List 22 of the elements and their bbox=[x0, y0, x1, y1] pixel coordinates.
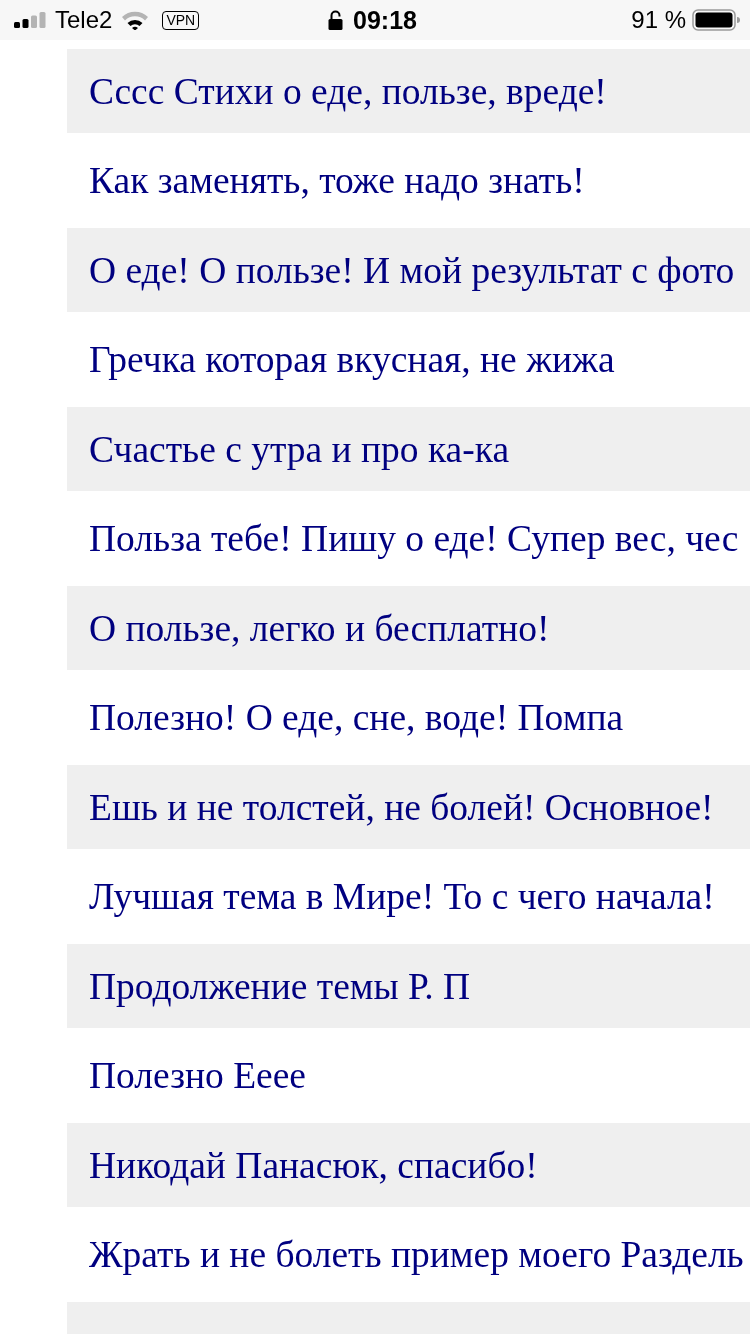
topic-link[interactable]: О пользе, легко и бесплатно! bbox=[67, 586, 750, 670]
vpn-badge: VPN bbox=[162, 10, 200, 30]
topic-link[interactable]: Никодай Панасюк, спасибо! bbox=[67, 1123, 750, 1207]
signal-icon bbox=[14, 12, 46, 28]
topic-link[interactable]: О еде! О пользе! И мой результат с фото bbox=[67, 228, 750, 312]
topic-link[interactable]: Ешь и не толстей, не болей! Основное! bbox=[67, 765, 750, 849]
topic-link[interactable]: Полезно! О еде, сне, воде! Помпа bbox=[67, 675, 750, 760]
topic-link[interactable]: Польза тебе! Пишу о еде! Супер вес, чес bbox=[67, 496, 750, 581]
topic-link[interactable]: Как заменять, тоже надо знать! bbox=[67, 138, 750, 223]
topic-link[interactable]: Счастье с утра и про ка-ка bbox=[67, 407, 750, 491]
topic-link[interactable]: Жрать и не болеть пример моего Раздель bbox=[67, 1212, 750, 1297]
topic-link[interactable]: Гречка которая вкусная, не жижа bbox=[67, 317, 750, 402]
battery-icon bbox=[692, 9, 740, 31]
battery-percent: 91 % bbox=[631, 6, 686, 34]
topic-link[interactable]: Продолжение темы Р. П bbox=[67, 944, 750, 1028]
topic-link[interactable]: Лучшая тема в Мире! То с чего начала! bbox=[67, 854, 750, 939]
topic-link[interactable]: Сссс Стихи о еде, пользе, вреде! bbox=[67, 49, 750, 133]
carrier-name: Tele2 bbox=[55, 6, 113, 34]
clock-time: 09:18 bbox=[353, 5, 417, 35]
wifi-icon bbox=[121, 10, 150, 30]
lock-icon bbox=[328, 10, 343, 30]
topic-link[interactable]: Полезно Ееее bbox=[67, 1033, 750, 1118]
